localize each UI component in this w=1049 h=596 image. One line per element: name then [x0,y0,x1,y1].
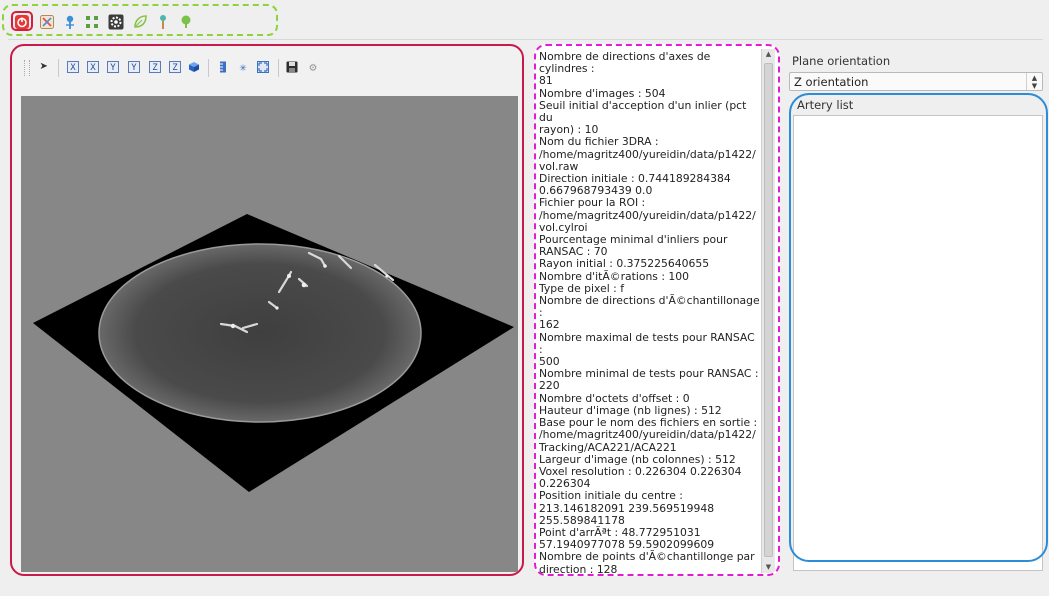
parameter-line: Position initiale du centre : [539,489,683,503]
settings-icon[interactable]: ⚙ [307,61,319,73]
power-icon[interactable] [14,14,30,30]
view-z-negative-button[interactable]: Z [169,61,181,73]
viewer-toolbar: ➤ X X Y Y Z Z ✳ ⚙ [22,56,502,82]
cube-view-icon[interactable] [188,61,200,73]
marker-icon[interactable] [155,14,171,30]
viewer-panel: ➤ X X Y Y Z Z ✳ ⚙ [10,44,524,576]
parameters-scrollbar[interactable]: ▲ ▼ [761,49,775,573]
fit-view-icon[interactable] [257,61,269,73]
parameter-line: Tracking/ACA221/ACA221 [539,440,677,454]
tree-icon[interactable] [178,14,194,30]
view-z-positive-button[interactable]: Z [149,61,161,73]
main-toolbar [2,4,292,36]
parameter-line: direction : 128 [539,562,618,575]
parameters-text: Nombre de directions d'axes de cylindres… [539,51,761,575]
plane-orientation-select[interactable]: Z orientation ▲ ▼ [789,72,1043,91]
view-y-positive-button[interactable]: Y [107,61,119,73]
artery-list-label: Artery list [797,98,854,112]
parameter-line: Fichier pour la ROI : [539,196,646,210]
parameter-line: 162 [539,318,560,332]
parameter-line: /home/magritz400/yureidin/data/p1422/ [539,147,756,161]
view-y-negative-button[interactable]: Y [128,61,140,73]
toolbar-separator [278,59,279,77]
leaf-icon[interactable] [132,14,148,30]
parameter-line: 81 [539,74,553,88]
parameter-line: Nombre d'images : 504 [539,86,666,100]
pointer-arrow-icon[interactable]: ➤ [38,60,50,74]
plane-orientation-label: Plane orientation [792,54,891,68]
parameter-line: Nom du fichier 3DRA : [539,135,659,149]
save-icon[interactable] [286,61,298,73]
3d-viewport[interactable] [21,96,518,572]
move-icon[interactable] [84,14,100,30]
parameter-line: 213.146182091 239.569519948 [539,501,715,515]
plane-orientation-value: Z orientation [794,75,869,89]
select-arrows-icon: ▲ ▼ [1026,73,1042,90]
toolbar-separator [208,59,209,77]
parameter-line: Nombre de directions d'Ã©chantillonage : [539,294,760,320]
ruler-icon[interactable] [217,61,229,73]
parameter-line: Nombre de directions d'axes de cylindres… [539,51,714,76]
scroll-down-icon[interactable]: ▼ [763,562,774,573]
axes-icon[interactable]: ✳ [237,61,249,73]
scroll-up-icon[interactable]: ▲ [763,49,774,60]
parameter-line: Rayon initial : 0.375225640655 [539,257,710,271]
ct-slice-render [33,214,514,492]
view-x-positive-button[interactable]: X [67,61,79,73]
parameter-line: Seuil initial d'acception d'un inlier (p… [539,98,750,125]
toolbar-separator [58,59,59,77]
artery-list-highlight [789,93,1048,562]
parameter-line: Nombre minimal de tests pour RANSAC : [539,367,759,381]
ct-cross-section [99,244,421,422]
parameter-line: /home/magritz400/yureidin/data/p1422/ [539,208,756,222]
parameter-line: Nombre de points d'Ã©chantillonge par [539,550,755,564]
pin-icon[interactable] [62,14,78,30]
gear-dark-icon[interactable] [108,14,124,30]
parameters-panel: Nombre de directions d'axes de cylindres… [534,44,780,576]
parameter-line: /home/magritz400/yureidin/data/p1422/ [539,428,756,442]
parameter-line: 220 [539,379,560,393]
tools-icon[interactable] [39,14,55,30]
view-x-negative-button[interactable]: X [87,61,99,73]
parameter-line: Nombre maximal de tests pour RANSAC : [539,330,759,356]
toolbar-grip[interactable] [24,60,30,76]
scrollbar-thumb[interactable] [764,63,773,557]
toolbar-divider [8,39,1043,40]
